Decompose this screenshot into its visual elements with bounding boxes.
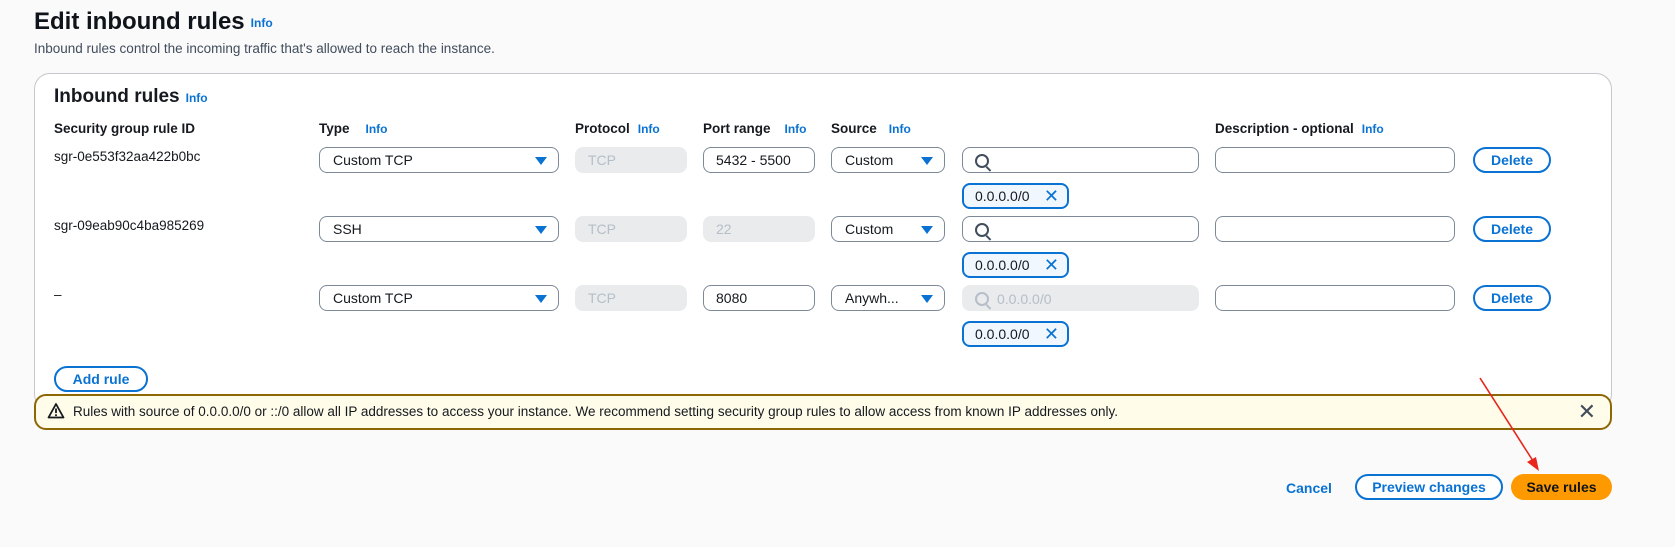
annotation-arrow [1479,377,1539,471]
